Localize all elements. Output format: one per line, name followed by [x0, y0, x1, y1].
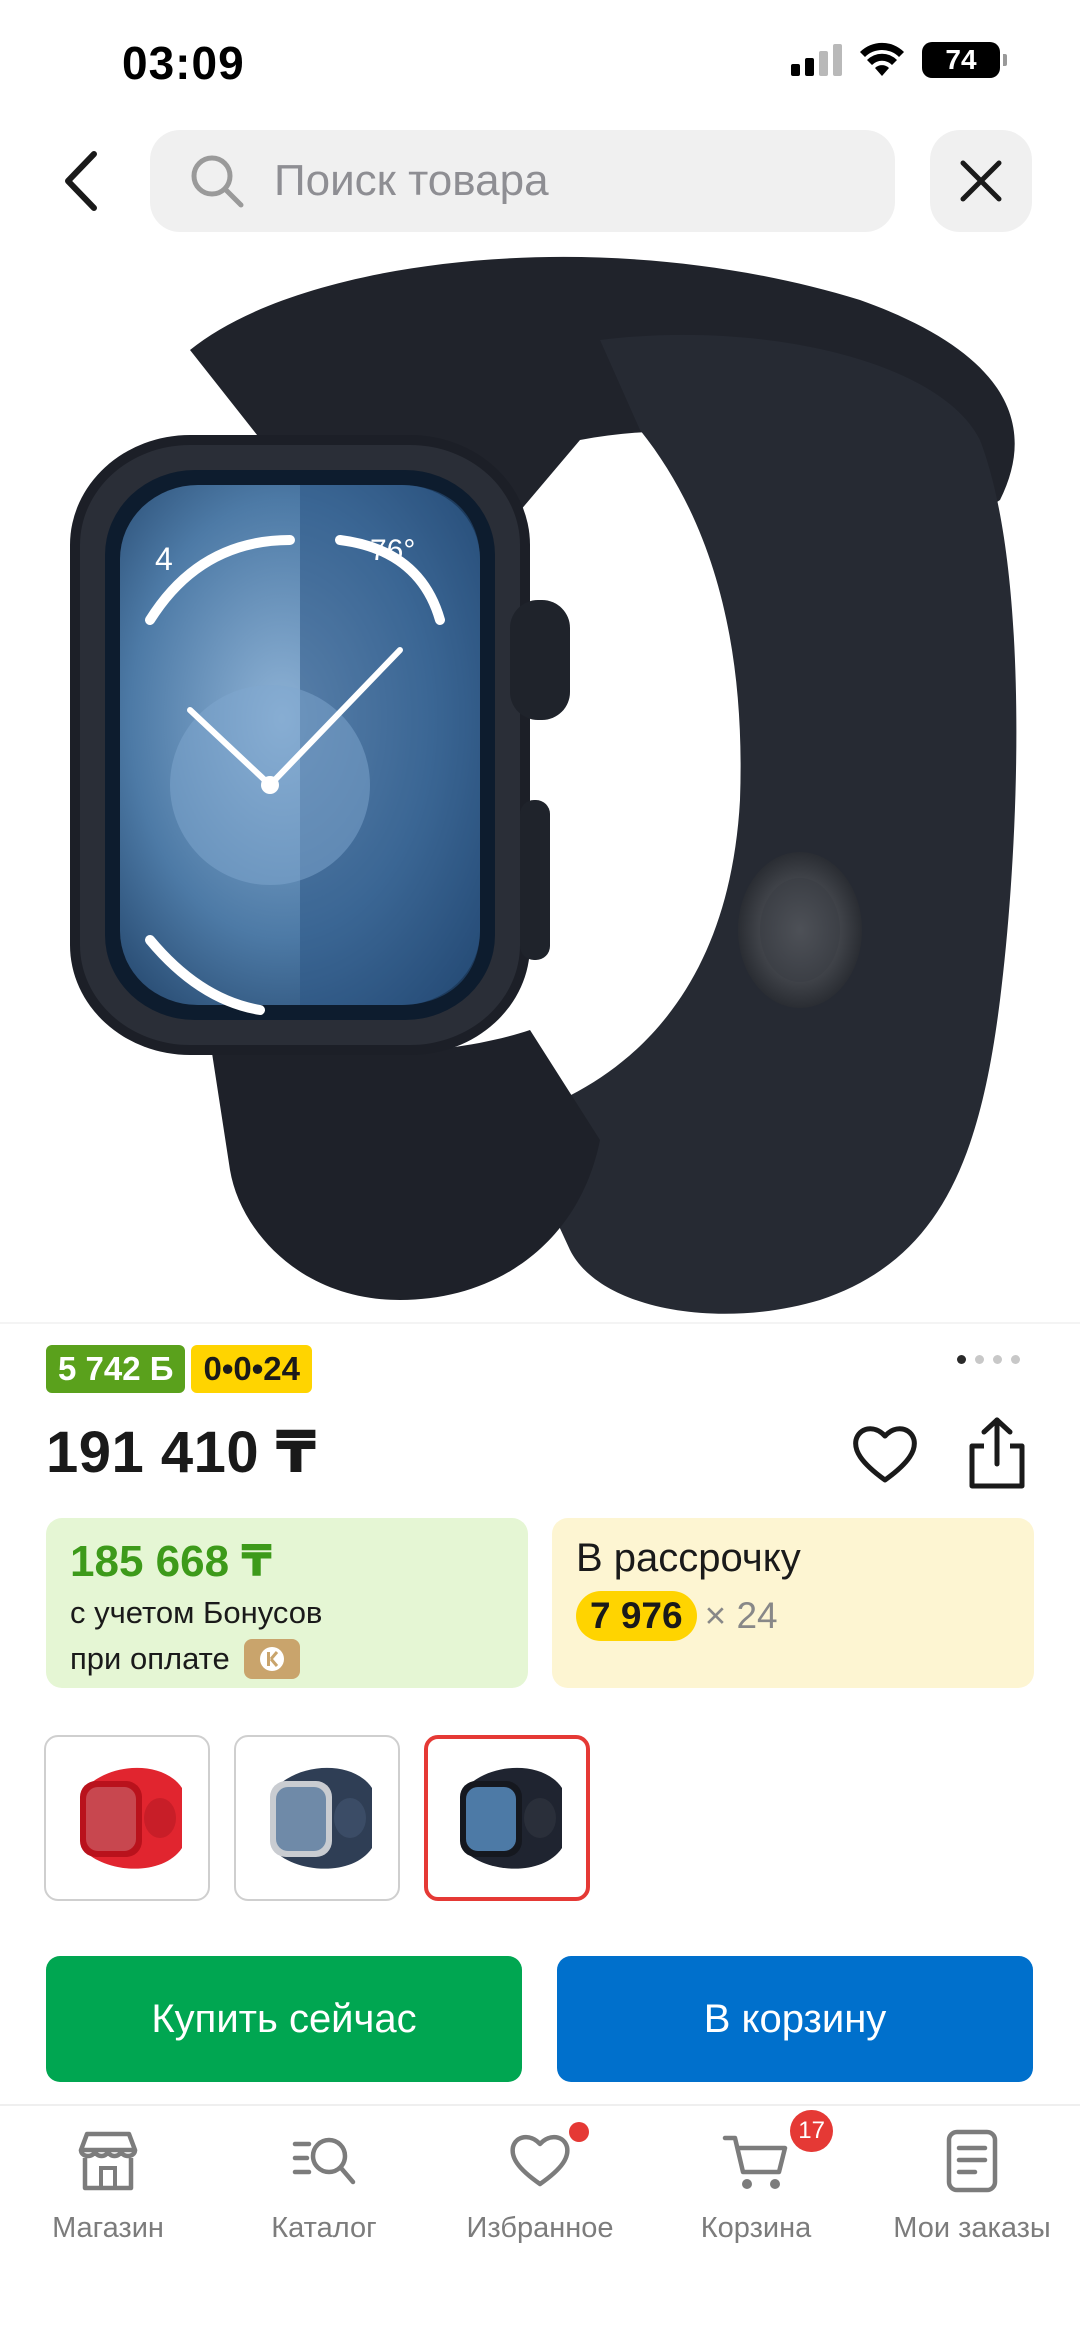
heart-icon	[853, 1426, 917, 1483]
bonus-price-line2: при оплате	[70, 1641, 230, 1676]
cart-count-badge: 17	[790, 2110, 833, 2152]
variant-silver[interactable]	[234, 1735, 400, 1901]
product-image[interactable]: 4 76°	[40, 240, 1040, 1320]
installment-monthly: 7 976	[576, 1591, 697, 1641]
svg-text:76°: 76°	[370, 534, 415, 567]
catalog-search-icon	[289, 2126, 359, 2196]
bonus-price-amount: 185 668 ₸	[70, 1537, 272, 1586]
installment-card[interactable]: В рассрочку 7 976 × 24	[552, 1518, 1034, 1688]
installment-months: × 24	[704, 1595, 778, 1636]
svg-text:4: 4	[155, 541, 173, 577]
status-bar: 03:09 74	[0, 0, 1080, 120]
installment-title: В рассрочку	[576, 1536, 801, 1580]
heart-icon	[505, 2122, 589, 2196]
watch-silver-thumbnail-icon	[270, 1767, 372, 1869]
orders-icon	[937, 2126, 1007, 2196]
nav-item-favorites[interactable]: Избранное	[432, 2122, 648, 2266]
share-icon	[969, 1417, 1025, 1489]
divider	[0, 1322, 1080, 1324]
store-icon	[73, 2126, 143, 2196]
apple-watch-midnight-image: 4 76°	[70, 256, 1017, 1314]
nav-label: Каталог	[271, 2212, 377, 2244]
battery-icon: 74	[922, 42, 1007, 78]
back-button[interactable]	[52, 148, 112, 214]
search-input[interactable]	[274, 156, 834, 206]
nav-label: Корзина	[700, 2212, 812, 2244]
kaspi-logo-icon	[243, 1639, 300, 1679]
status-icons: 74	[791, 42, 1007, 78]
search-box[interactable]	[150, 130, 895, 232]
nav-label: Магазин	[52, 2212, 164, 2244]
nav-item-orders[interactable]: Мои заказы	[864, 2126, 1080, 2266]
gallery-dot	[1011, 1355, 1020, 1364]
bonus-badge: 5 742 Б	[46, 1345, 186, 1393]
share-button[interactable]	[962, 1416, 1032, 1492]
nav-label: Избранное	[466, 2212, 614, 2244]
watch-red-thumbnail-icon	[80, 1767, 182, 1869]
gallery-dot	[957, 1355, 966, 1364]
nav-item-store[interactable]: Магазин	[0, 2126, 216, 2266]
promo-badges: 5 742 Б 0•0•24	[46, 1345, 312, 1393]
notification-dot	[569, 2122, 589, 2142]
nav-label: Мои заказы	[893, 2212, 1051, 2244]
status-time: 03:09	[122, 37, 245, 89]
wifi-icon	[860, 42, 904, 76]
bonus-price-line1: с учетом Бонусов	[70, 1595, 323, 1630]
bonus-price-line2-row: при оплате	[70, 1639, 504, 1679]
search-header	[0, 126, 1080, 236]
variant-red[interactable]	[44, 1735, 210, 1901]
buy-now-button[interactable]: Купить сейчас	[46, 1956, 522, 2082]
add-to-cart-button[interactable]: В корзину	[557, 1956, 1033, 2082]
gallery-dot	[975, 1355, 984, 1364]
gallery-dot	[993, 1355, 1002, 1364]
color-variants	[44, 1735, 590, 1901]
favorite-button[interactable]	[850, 1420, 920, 1490]
nav-item-cart[interactable]: 17 Корзина	[648, 2110, 864, 2266]
installment-row: 7 976 × 24	[576, 1591, 1010, 1641]
cellular-signal-icon	[791, 44, 842, 76]
nav-item-catalog[interactable]: Каталог	[216, 2126, 432, 2266]
gallery-pagination	[957, 1355, 1020, 1364]
battery-level: 74	[945, 44, 977, 75]
variant-midnight[interactable]	[424, 1735, 590, 1901]
cart-icon: 17	[721, 2110, 833, 2196]
installment-badge: 0•0•24	[191, 1345, 312, 1393]
bottom-navigation: Магазин Каталог Избранное 17 Корзина Мои…	[0, 2104, 1080, 2337]
watch-midnight-thumbnail-icon	[460, 1767, 562, 1869]
search-icon	[191, 155, 244, 208]
bonus-price-card[interactable]: 185 668 ₸ с учетом Бонусов при оплате	[46, 1518, 528, 1688]
chevron-left-icon	[65, 151, 97, 211]
product-price: 191 410 ₸	[46, 1420, 317, 1485]
close-button[interactable]	[930, 130, 1032, 232]
close-icon	[960, 160, 1002, 202]
